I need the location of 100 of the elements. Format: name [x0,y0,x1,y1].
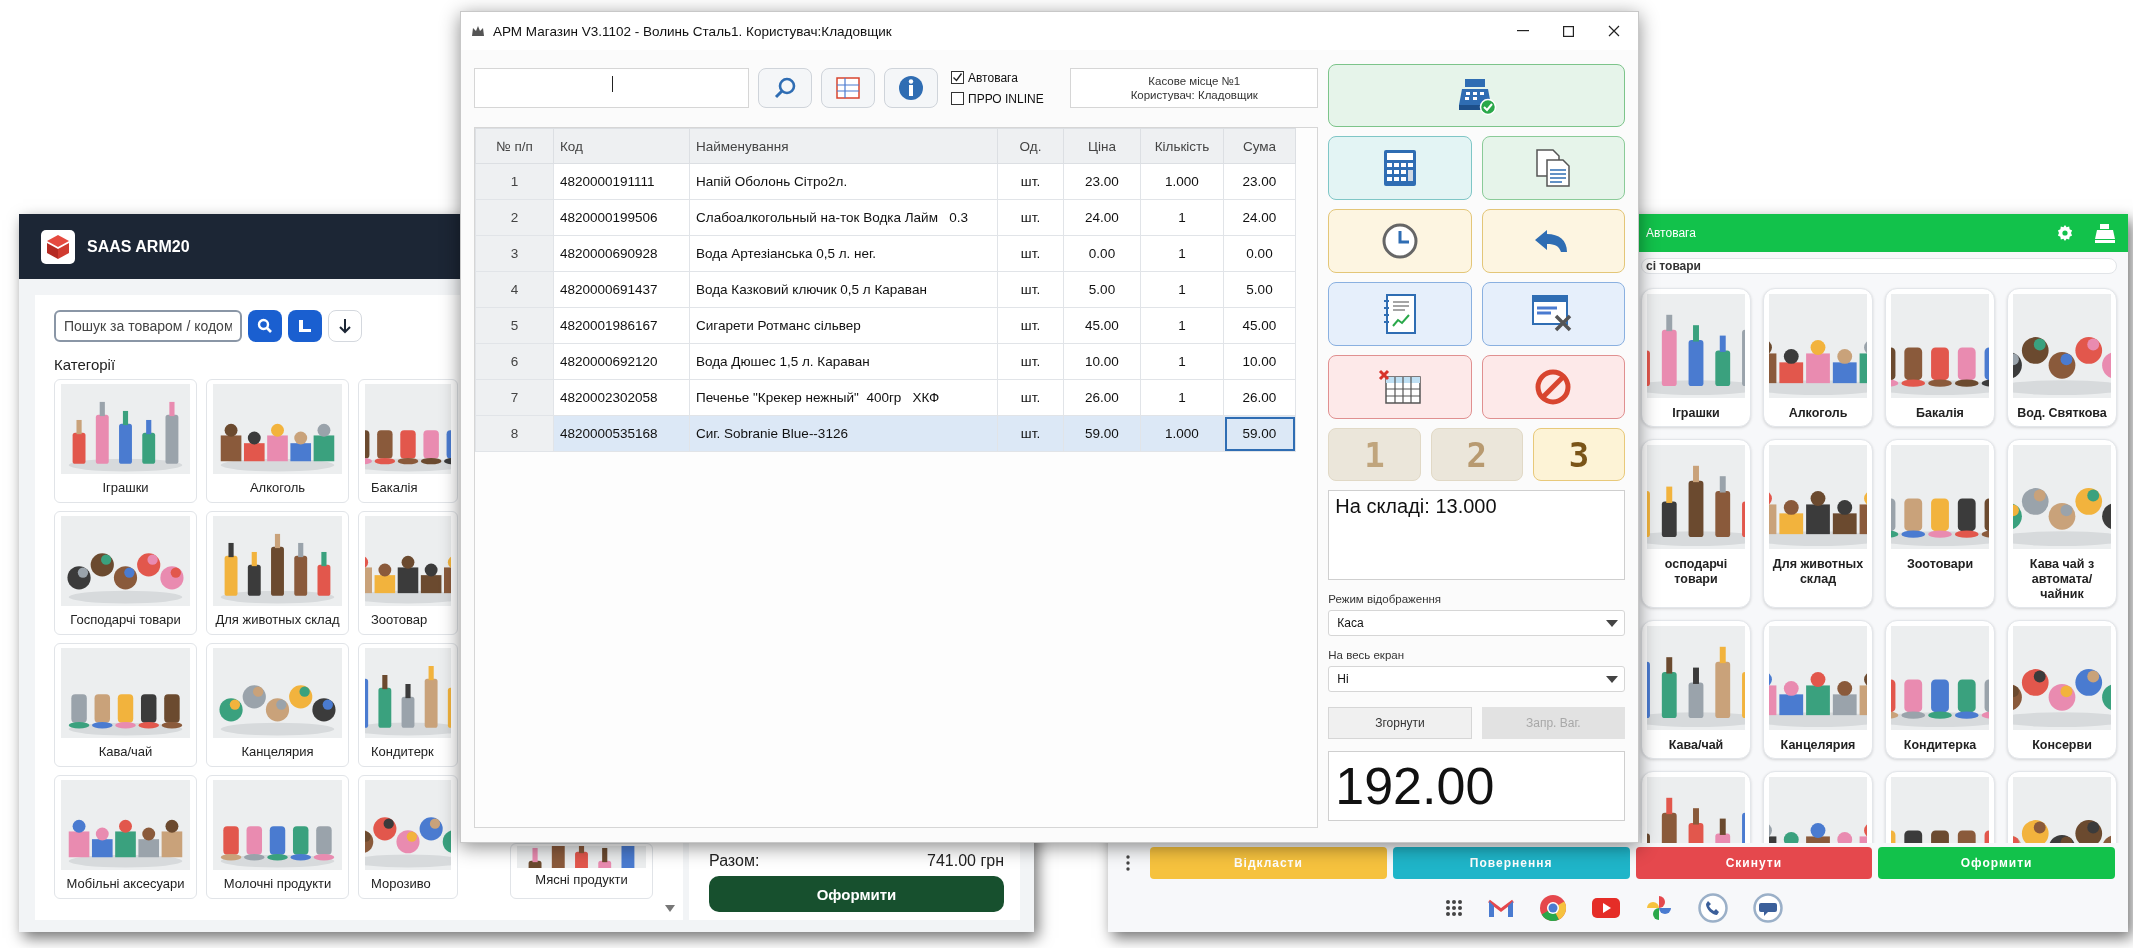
minimize-icon[interactable] [1517,30,1529,32]
table-row[interactable]: 7 4820002302058 Печенье "Крекер нежный" 400гр ХКФ шт. 26.00 1 26.00 [475,379,1296,416]
category-card[interactable]: Молочні продукти [206,775,349,899]
category-card[interactable]: Зоотовар [358,511,458,635]
chat-icon[interactable] [1753,892,1783,923]
search-button[interactable] [248,310,282,342]
table-cell: 5.00 [1063,271,1141,308]
table-cell: 1 [1140,307,1224,344]
category-card[interactable]: Консерви [2007,620,2117,759]
clock-icon [1380,222,1419,260]
checkbox[interactable] [951,92,964,105]
dropdown[interactable]: Ні [1328,666,1625,692]
category-card[interactable]: Зоотовари [1885,439,1995,608]
app-icon [471,25,485,37]
chart-button[interactable] [288,310,322,342]
action-button[interactable]: Згорнути [1328,707,1472,739]
close-icon[interactable] [1608,25,1620,37]
checkout-button[interactable]: Оформити [709,876,1004,912]
category-label: Господарчі товари [69,612,182,627]
column-header: № п/п [475,128,554,164]
calculator-button[interactable] [1328,136,1472,200]
table-delete-icon [1377,369,1422,405]
category-card[interactable]: Алкоголь [1763,288,1873,427]
app-grid-icon[interactable] [1445,898,1463,917]
category-label: Зоотовари [1906,557,1974,572]
mail-icon[interactable] [1488,897,1514,918]
category-card[interactable]: Іграшки [54,379,197,503]
checkbox[interactable] [951,71,964,84]
category-card[interactable]: Канцелярия [206,643,349,767]
table-cell: шт. [997,163,1064,200]
grid-button[interactable] [821,68,875,108]
table-cell: 4820000199506 [553,199,690,236]
table-cell: шт. [997,199,1064,236]
category-card[interactable]: Алкоголь [206,379,349,503]
category-label: Кава/чай [1668,738,1724,753]
category-card[interactable]: Кава чай з автомата/чайник [2007,439,2117,608]
cube-logo-icon [41,229,75,264]
grid-icon [836,77,860,99]
table-row[interactable]: 3 4820000690928 Вода Артезіанська 0,5 л. нег. шт. 0.00 1 0.00 [475,235,1296,272]
category-card[interactable]: Кондитерк [358,643,458,767]
category-card[interactable]: осподарчі товари [1641,439,1751,608]
category-card[interactable]: Бакалія [358,379,458,503]
category-card[interactable]: Мобільні аксесуари [54,775,197,899]
column-header: Од. [997,128,1064,164]
download-button[interactable] [328,310,362,342]
table-cell: 0.00 [1223,235,1296,272]
column-header: Найменування [689,128,998,164]
number-button[interactable]: 3 [1532,428,1625,481]
table-cell: 1 [1140,343,1224,380]
category-card[interactable]: Господарчі товари [54,511,197,635]
category-card[interactable]: Для животных склад [206,511,349,635]
report-button[interactable] [1328,282,1472,346]
category-label: Бакалія [1916,406,1964,421]
table-row[interactable]: 8 4820000535168 Сиг. Sobranie Blue--3126 шт. 59.00 1.000 59.00 [475,415,1296,452]
table-row[interactable]: 4 4820000691437 Вода Казковий ключик 0,5 л Караван шт. 5.00 1 5.00 [475,271,1296,308]
category-label: осподарчі товари [1663,557,1729,587]
action-button[interactable]: Скинути [1635,847,1873,879]
play-icon[interactable] [1592,897,1620,918]
phone-icon[interactable] [1698,892,1728,923]
category-card[interactable]: Кава/чай [54,643,197,767]
category-card[interactable]: Кондитерка [1885,620,1995,759]
clear-button[interactable] [1328,355,1472,419]
field-label: Режим відображення [1328,593,1442,605]
category-card[interactable]: Іграшки [1641,288,1751,427]
return-button[interactable] [1481,209,1625,273]
table-cell: 1 [1140,235,1224,272]
category-label: Кондитерк [370,744,434,759]
table-row[interactable]: 6 4820000692120 Вода Дюшес 1,5 л. Караван шт. 10.00 1 10.00 [475,343,1296,380]
history-button[interactable] [1328,209,1472,273]
more-icon[interactable] [1126,855,1130,871]
search-field[interactable]: Пошук за товаром / кодом [54,310,242,342]
category-label: Для животных склад [214,612,341,627]
category-card[interactable]: Вод. Святкова [2007,288,2117,427]
browser-icon[interactable] [1539,893,1567,922]
category-card[interactable]: Морозиво [358,775,458,899]
table-row[interactable]: 5 4820001986167 Сигарети Ротманс сільвер шт. 45.00 1 45.00 [475,307,1296,344]
category-card[interactable]: Кава/чай [1641,620,1751,759]
cancel-button[interactable] [1481,355,1625,419]
table-cell: шт. [997,343,1064,380]
table-row[interactable]: 2 4820000199506 Слабоалкогольный на-ток Водка Лайм 0.3 шт. 24.00 1 24.00 [475,199,1296,236]
category-label: Кава/чай [97,744,154,759]
table-cell: 1.000 [1140,415,1224,452]
pinwheel-icon[interactable] [1645,893,1673,922]
register-button[interactable] [1328,64,1625,127]
documents-button[interactable] [1481,136,1625,200]
table-cell: 26.00 [1063,379,1141,416]
table-row[interactable]: 1 4820000191111 Напій Оболонь Сітро2л. шт. 23.00 1.000 23.00 [475,163,1296,200]
dropdown[interactable]: Каса [1328,610,1625,636]
category-card[interactable]: Мясні продукти [510,843,653,899]
info-button[interactable] [884,68,938,108]
category-card[interactable]: Бакалія [1885,288,1995,427]
category-card[interactable]: Для животных склад [1763,439,1873,608]
table-cell: шт. [997,307,1064,344]
category-card[interactable]: Канцелярия [1763,620,1873,759]
checkbox-label: ПРРО INLINE [968,91,1044,106]
table-cell: 23.00 [1223,163,1296,200]
search-button[interactable] [758,68,812,108]
maximize-icon[interactable] [1563,25,1574,37]
settings-button[interactable] [1481,282,1625,346]
table-cell: 26.00 [1223,379,1296,416]
